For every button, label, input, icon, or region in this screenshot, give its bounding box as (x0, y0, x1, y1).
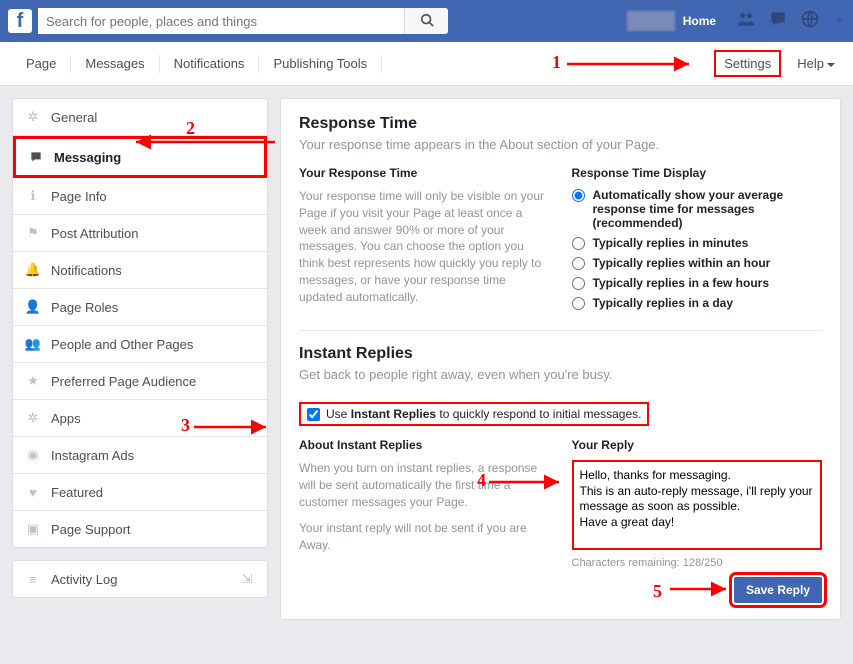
info-icon: ℹ (25, 188, 41, 204)
sidebar-item-page-info[interactable]: ℹ Page Info (13, 178, 267, 215)
search-button[interactable] (404, 8, 448, 34)
sidebar-item-label: Preferred Page Audience (51, 374, 196, 389)
your-response-time-body: Your response time will only be visible … (299, 188, 550, 306)
search-wrap (38, 8, 448, 34)
radio-few-hours[interactable]: Typically replies in a few hours (572, 276, 823, 290)
search-input[interactable] (38, 8, 404, 34)
annotation-5: 5 (653, 581, 662, 602)
radio-few-hours-input[interactable] (572, 277, 585, 290)
sidebar-item-featured[interactable]: ♥ Featured (13, 474, 267, 511)
nav-publishing[interactable]: Publishing Tools (259, 55, 382, 73)
person-icon: 👤 (25, 299, 41, 315)
sidebar-item-instagram[interactable]: ◉ Instagram Ads (13, 437, 267, 474)
main-container: 2 ✲ General Messaging ℹ Page Info ⚑ Post… (0, 86, 853, 632)
topbar: f Home ▼ (0, 0, 853, 42)
main-content: Response Time Your response time appears… (280, 98, 841, 620)
instant-replies-checkbox-row[interactable]: Use Instant Replies to quickly respond t… (299, 402, 649, 426)
about-instant-replies-body: When you turn on instant replies, a resp… (299, 460, 550, 510)
sidebar-item-label: General (51, 110, 97, 125)
sidebar-item-general[interactable]: ✲ General (13, 99, 267, 136)
annotation-1: 1 (552, 52, 561, 73)
sidebar-item-messaging[interactable]: Messaging (13, 136, 267, 178)
radio-minutes[interactable]: Typically replies in minutes (572, 236, 823, 250)
messages-icon[interactable] (768, 9, 788, 34)
sidebar-item-support[interactable]: ▣ Page Support (13, 511, 267, 547)
sidebar-item-notifications[interactable]: 🔔 Notifications (13, 252, 267, 289)
home-link[interactable]: Home (683, 14, 716, 28)
sidebar-item-label: Page Roles (51, 300, 118, 315)
sidebar-item-page-roles[interactable]: 👤 Page Roles (13, 289, 267, 326)
apps-icon: ✲ (25, 410, 41, 426)
bell-icon: 🔔 (25, 262, 41, 278)
sidebar-item-label: Page Info (51, 189, 107, 204)
friends-icon[interactable] (736, 9, 756, 34)
sidebar-item-apps[interactable]: ✲ Apps (13, 400, 267, 437)
radio-day[interactable]: Typically replies in a day (572, 296, 823, 310)
response-time-display-heading: Response Time Display (572, 166, 823, 180)
sidebar-item-label: Activity Log (51, 572, 117, 587)
instant-replies-title: Instant Replies (299, 345, 822, 363)
help-link[interactable]: Help (781, 56, 841, 71)
about-instant-replies-note: Your instant reply will not be sent if y… (299, 520, 550, 554)
radio-auto[interactable]: Automatically show your average response… (572, 188, 823, 230)
list-icon: ≡ (25, 571, 41, 587)
search-icon (420, 13, 434, 27)
flag-icon: ⚑ (25, 225, 41, 241)
sidebar-item-label: Instagram Ads (51, 448, 134, 463)
sidebar: ✲ General Messaging ℹ Page Info ⚑ Post A… (12, 98, 268, 620)
sidebar-item-label: Apps (51, 411, 81, 426)
response-time-title: Response Time (299, 115, 822, 133)
about-instant-replies-heading: About Instant Replies (299, 438, 550, 452)
instant-replies-checkbox[interactable] (307, 408, 320, 421)
gear-icon: ✲ (25, 109, 41, 125)
settings-link[interactable]: Settings (714, 50, 781, 77)
sidebar-item-label: Featured (51, 485, 103, 500)
globe-icon[interactable] (800, 9, 820, 34)
sidebar-item-label: Page Support (51, 522, 131, 537)
response-time-subtitle: Your response time appears in the About … (299, 137, 822, 152)
radio-auto-input[interactable] (572, 189, 585, 202)
avatar[interactable] (627, 11, 675, 31)
radio-minutes-input[interactable] (572, 237, 585, 250)
radio-day-input[interactable] (572, 297, 585, 310)
nav-notifications[interactable]: Notifications (160, 55, 260, 73)
sidebar-item-label: Notifications (51, 263, 122, 278)
chat-icon (28, 149, 44, 165)
sidebar-item-label: Messaging (54, 150, 121, 165)
sidebar-item-label: People and Other Pages (51, 337, 193, 352)
external-icon: ⇲ (239, 571, 255, 587)
radio-hour-input[interactable] (572, 257, 585, 270)
page-nav: Page Messages Notifications Publishing T… (0, 42, 853, 86)
star-icon: ★ (25, 373, 41, 389)
people-icon: 👥 (25, 336, 41, 352)
support-icon: ▣ (25, 521, 41, 537)
reply-textarea[interactable] (572, 460, 823, 550)
nav-page[interactable]: Page (12, 55, 71, 73)
instant-replies-subtitle: Get back to people right away, even when… (299, 367, 822, 382)
save-reply-button[interactable]: Save Reply (734, 577, 822, 603)
sidebar-item-post-attribution[interactable]: ⚑ Post Attribution (13, 215, 267, 252)
sidebar-item-people[interactable]: 👥 People and Other Pages (13, 326, 267, 363)
your-response-time-heading: Your Response Time (299, 166, 550, 180)
heart-icon: ♥ (25, 484, 41, 500)
sidebar-item-audience[interactable]: ★ Preferred Page Audience (13, 363, 267, 400)
your-reply-heading: Your Reply (572, 438, 823, 452)
radio-hour[interactable]: Typically replies within an hour (572, 256, 823, 270)
sidebar-item-label: Post Attribution (51, 226, 138, 241)
sidebar-item-activity-log[interactable]: ≡ Activity Log ⇲ (13, 561, 267, 597)
account-dropdown-icon[interactable]: ▼ (834, 15, 845, 27)
char-count: Characters remaining: 128/250 (572, 557, 823, 569)
nav-messages[interactable]: Messages (71, 55, 159, 73)
instagram-icon: ◉ (25, 447, 41, 463)
facebook-logo[interactable]: f (8, 9, 32, 33)
